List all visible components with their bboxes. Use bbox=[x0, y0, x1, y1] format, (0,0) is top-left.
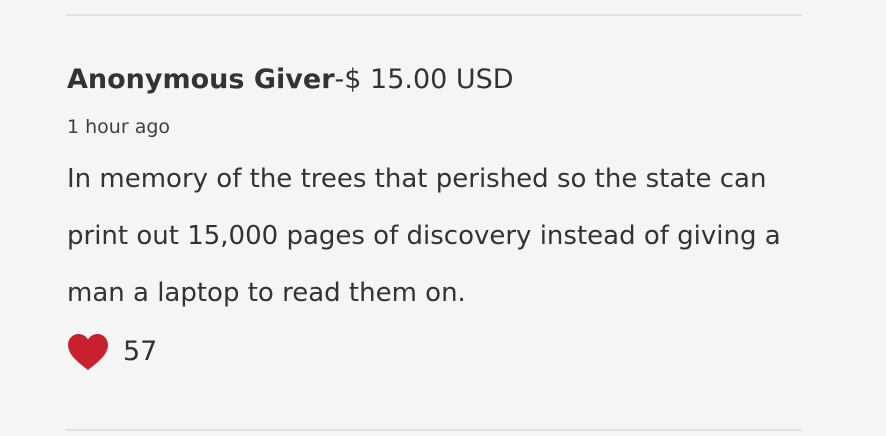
donation-time: 1 hour ago bbox=[67, 116, 171, 138]
likes-row: 57 bbox=[67, 330, 807, 374]
like-count: 57 bbox=[123, 336, 158, 367]
donor-name: Anonymous Giver bbox=[67, 64, 335, 95]
heart-icon[interactable] bbox=[67, 333, 109, 371]
top-divider bbox=[66, 14, 802, 16]
donation-item: Anonymous Giver-$ 15.00 USD 1 hour ago I… bbox=[67, 60, 807, 374]
bottom-divider bbox=[66, 429, 802, 431]
donation-header: Anonymous Giver-$ 15.00 USD bbox=[67, 60, 807, 100]
donation-amount: $ 15.00 USD bbox=[344, 64, 514, 95]
name-amount-separator: - bbox=[334, 64, 345, 95]
donation-message: In memory of the trees that perished so … bbox=[67, 164, 781, 308]
